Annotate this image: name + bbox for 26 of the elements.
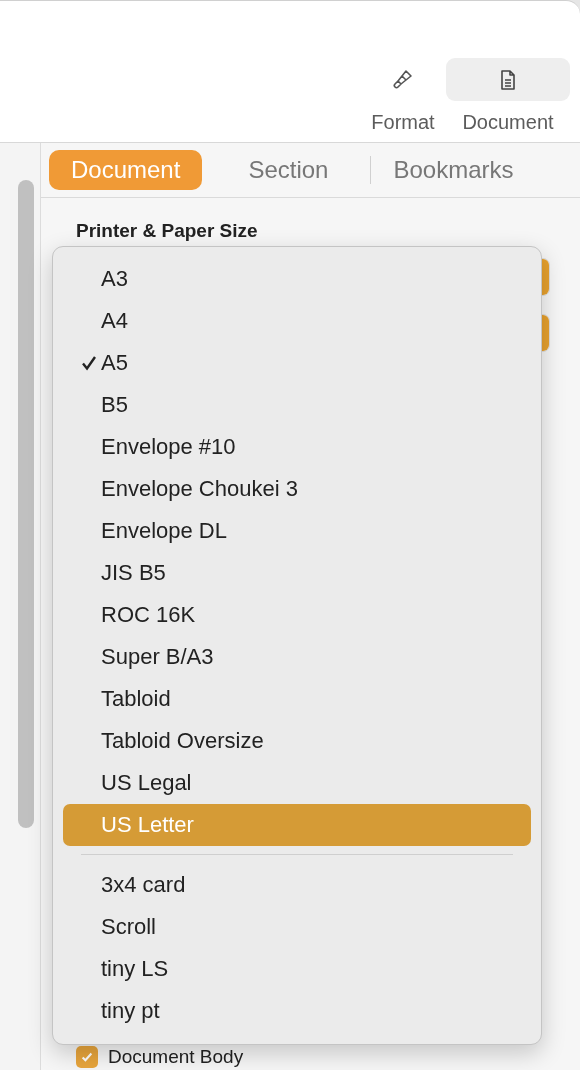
menu-item[interactable]: Tabloid Oversize (63, 720, 531, 762)
menu-item[interactable]: A4 (63, 300, 531, 342)
menu-item[interactable]: Envelope Choukei 3 (63, 468, 531, 510)
menu-item[interactable]: Super B/A3 (63, 636, 531, 678)
tab[interactable]: Bookmarks (371, 150, 514, 190)
toolbar-button[interactable]: Format (368, 58, 438, 142)
menu-item[interactable]: tiny pt (63, 990, 531, 1032)
menu-item[interactable]: A5 (63, 342, 531, 384)
section-title: Printer & Paper Size (76, 220, 258, 242)
menu-item[interactable]: Envelope DL (63, 510, 531, 552)
checkmark-icon (80, 1050, 94, 1064)
brush-icon (391, 67, 415, 92)
menu-item[interactable]: Tabloid (63, 678, 531, 720)
menu-item[interactable]: 3x4 card (63, 864, 531, 906)
menu-item[interactable]: Scroll (63, 906, 531, 948)
menu-item[interactable]: tiny LS (63, 948, 531, 990)
tab[interactable]: Section (226, 150, 351, 190)
menu-item[interactable]: JIS B5 (63, 552, 531, 594)
scroll-bar[interactable] (18, 180, 34, 828)
checkbox[interactable] (76, 1046, 98, 1068)
checkbox-label: Document Body (108, 1046, 244, 1068)
menu-item[interactable]: B5 (63, 384, 531, 426)
menu-item[interactable]: A3 (63, 258, 531, 300)
menu-item[interactable]: Envelope #10 (63, 426, 531, 468)
menu-item[interactable]: US Legal (63, 762, 531, 804)
menu-item[interactable]: ROC 16K (63, 594, 531, 636)
